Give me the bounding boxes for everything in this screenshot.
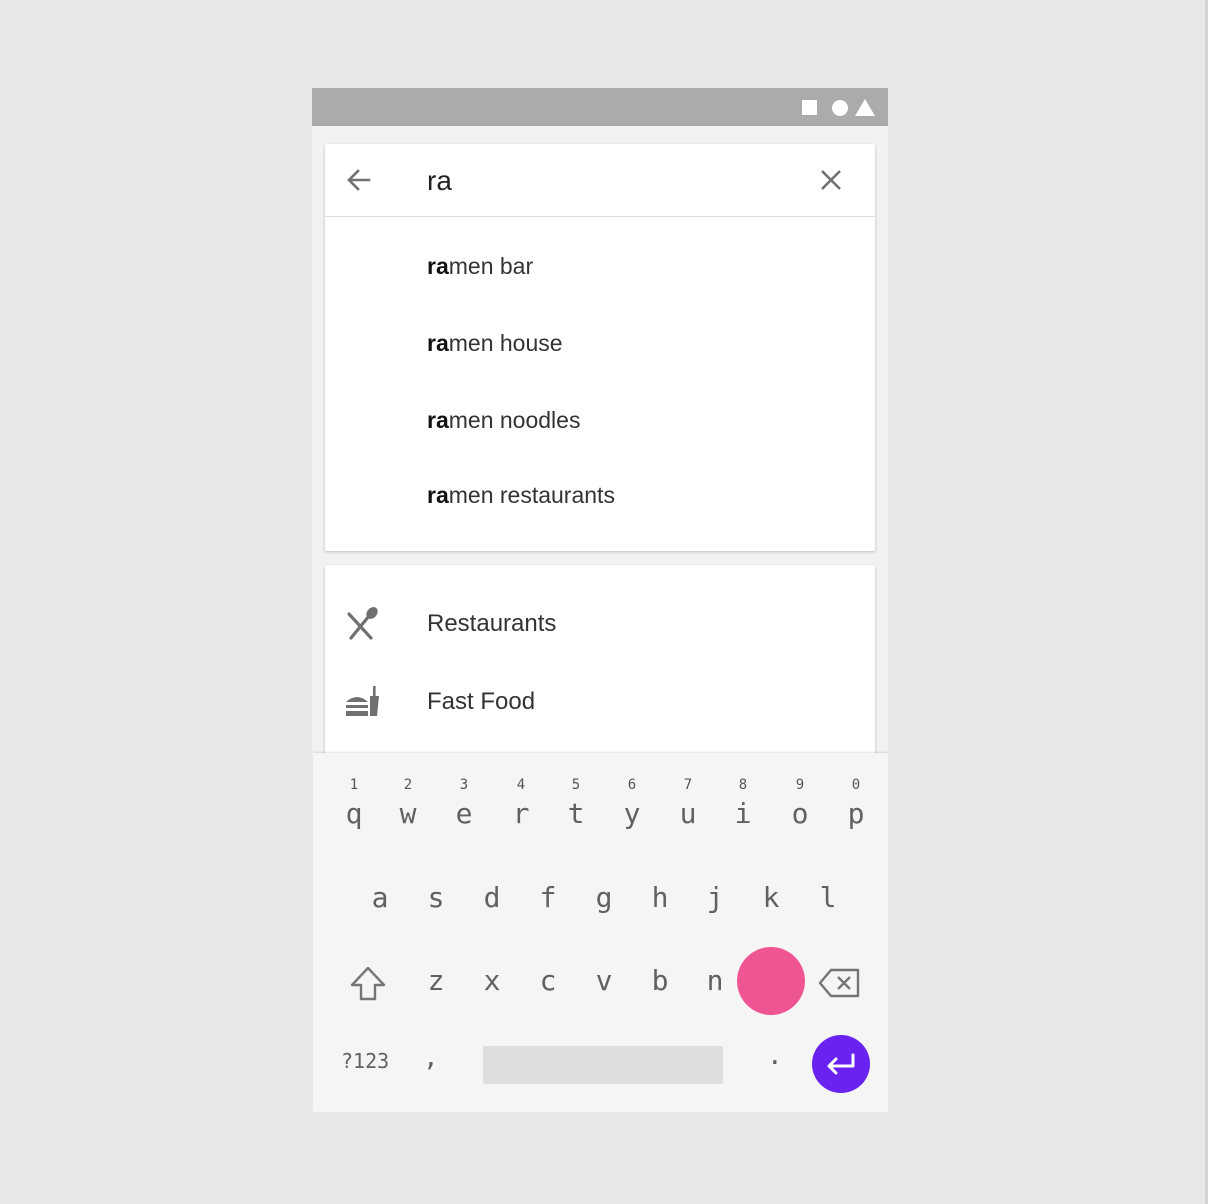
key-letter: t	[567, 797, 585, 830]
key-g[interactable]: g	[580, 881, 628, 931]
key-letter: i	[734, 797, 752, 830]
key-letter: o	[791, 797, 809, 830]
space-bar[interactable]	[483, 1046, 723, 1084]
key-y[interactable]: 6y	[608, 753, 656, 830]
key-number: 9	[795, 777, 805, 793]
key-a[interactable]: a	[356, 881, 404, 931]
shift-icon	[350, 966, 386, 1001]
search-card: ra ramen bar ramen house ramen noodles r…	[325, 144, 875, 551]
key-letter: w	[399, 797, 417, 830]
suggestion-item[interactable]: ramen bar	[427, 252, 533, 280]
key-m-pressed[interactable]: m	[737, 947, 805, 1015]
key-n[interactable]: n	[691, 964, 739, 1014]
key-c[interactable]: c	[524, 964, 572, 1014]
category-label: Restaurants	[427, 610, 557, 637]
key-o[interactable]: 9o	[776, 753, 824, 830]
key-number: 5	[571, 777, 581, 793]
suggestion-match: ra	[427, 330, 449, 356]
key-l[interactable]: l	[804, 881, 852, 931]
key-i[interactable]: 8i	[719, 753, 767, 830]
key-q[interactable]: 1q	[330, 753, 378, 830]
key-letter: e	[455, 797, 473, 830]
key-number: 4	[516, 777, 526, 793]
key-p[interactable]: 0p	[832, 753, 880, 830]
category-item-fast-food[interactable]: Fast Food	[325, 670, 875, 730]
enter-icon	[827, 1053, 855, 1075]
arrow-back-icon	[347, 169, 371, 191]
key-number: 2	[403, 777, 413, 793]
backspace-key[interactable]	[818, 967, 862, 999]
key-r[interactable]: 4r	[497, 753, 545, 830]
close-icon	[821, 170, 841, 190]
keyboard: 1q 2w 3e 4r 5t 6y 7u 8i 9o 0p a s d f g …	[313, 753, 888, 1112]
key-letter: u	[679, 797, 697, 830]
key-z[interactable]: z	[412, 964, 460, 1014]
key-number: 0	[851, 777, 861, 793]
circle-icon	[832, 100, 848, 116]
suggestion-rest: men noodles	[448, 407, 581, 433]
key-v[interactable]: v	[580, 964, 628, 1014]
suggestion-rest: men house	[448, 330, 563, 356]
comma-key[interactable]: ,	[423, 1043, 439, 1073]
key-s[interactable]: s	[412, 881, 460, 931]
key-letter: q	[345, 797, 363, 830]
key-d[interactable]: d	[468, 881, 516, 931]
category-item-restaurants[interactable]: Restaurants	[325, 592, 875, 652]
key-number: 1	[349, 777, 359, 793]
shift-key[interactable]	[347, 963, 389, 1005]
search-input[interactable]: ra	[427, 166, 452, 196]
clear-button[interactable]	[815, 164, 847, 196]
key-letter: p	[847, 797, 865, 830]
key-h[interactable]: h	[636, 881, 684, 931]
key-b[interactable]: b	[636, 964, 684, 1014]
back-button[interactable]	[343, 164, 375, 196]
key-w[interactable]: 2w	[384, 753, 432, 830]
suggestion-rest: men bar	[448, 253, 534, 279]
suggestion-match: ra	[427, 407, 449, 433]
key-x[interactable]: x	[468, 964, 516, 1014]
suggestion-item[interactable]: ramen house	[427, 329, 563, 357]
enter-key[interactable]	[812, 1035, 870, 1093]
symbols-key[interactable]: ?123	[341, 1049, 389, 1073]
key-t[interactable]: 5t	[552, 753, 600, 830]
key-number: 6	[627, 777, 637, 793]
suggestion-item[interactable]: ramen noodles	[427, 406, 580, 434]
key-number: 7	[683, 777, 693, 793]
key-number: 3	[459, 777, 469, 793]
fast-food-icon	[343, 682, 383, 722]
key-f[interactable]: f	[524, 881, 572, 931]
key-letter: y	[623, 797, 641, 830]
suggestion-match: ra	[427, 482, 449, 508]
category-label: Fast Food	[427, 688, 536, 715]
suggestion-match: ra	[427, 253, 449, 279]
restaurant-icon	[343, 604, 383, 644]
key-k[interactable]: k	[747, 881, 795, 931]
triangle-icon	[855, 99, 875, 116]
key-e[interactable]: 3e	[440, 753, 488, 830]
suggestion-rest: men restaurants	[448, 482, 615, 508]
key-letter: r	[512, 797, 530, 830]
phone-screen: ra ramen bar ramen house ramen noodles r…	[312, 88, 888, 1112]
square-icon	[802, 100, 817, 115]
backspace-icon	[818, 968, 860, 998]
key-u[interactable]: 7u	[664, 753, 712, 830]
period-key[interactable]: .	[767, 1041, 783, 1071]
search-bar: ra	[325, 144, 875, 217]
suggestion-item[interactable]: ramen restaurants	[427, 481, 615, 509]
key-number: 8	[738, 777, 748, 793]
key-j[interactable]: j	[691, 881, 739, 931]
status-bar	[312, 88, 888, 126]
